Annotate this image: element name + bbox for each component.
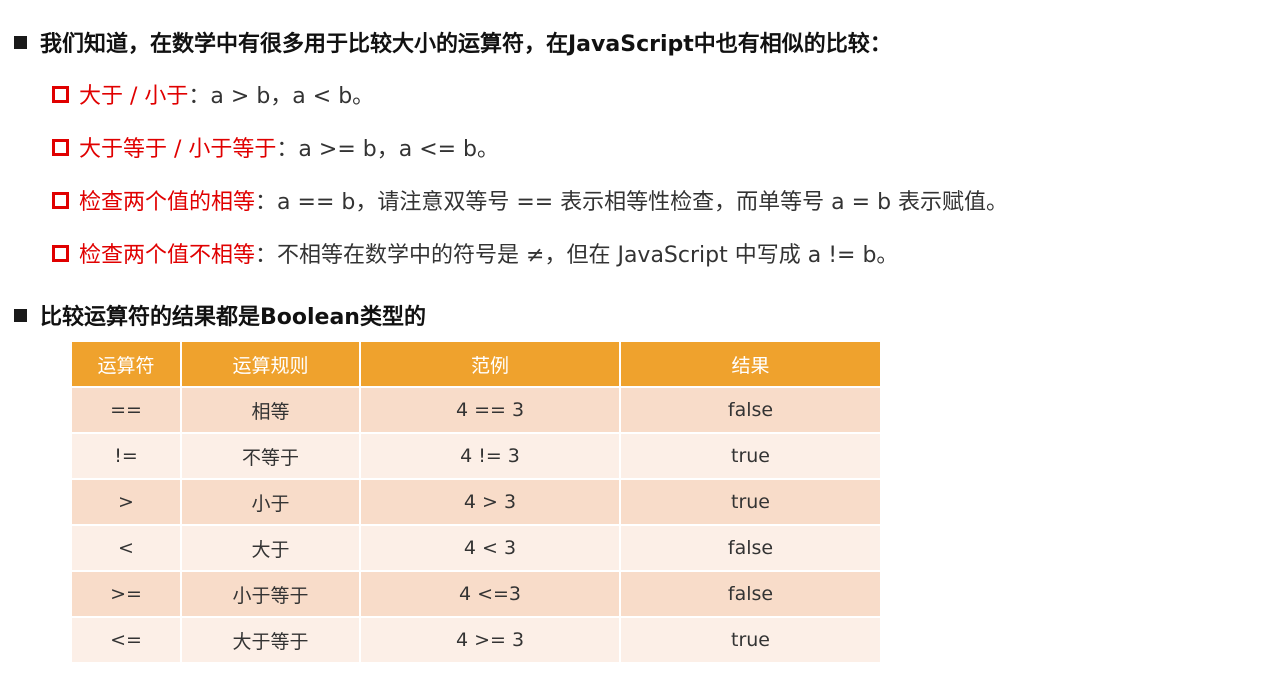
bullet-hollow-square-icon <box>52 85 69 103</box>
table-row: >= 小于等于 4 <=3 false <box>72 571 880 618</box>
item-separator: ： <box>255 190 278 215</box>
cell-result: false <box>620 571 880 618</box>
bullet-hollow-square-icon <box>52 191 69 209</box>
bullet-hollow-square-icon <box>52 244 69 262</box>
item-separator: ： <box>255 243 278 268</box>
cell-example: 4 >= 3 <box>360 617 621 664</box>
table-row: == 相等 4 == 3 false <box>72 387 880 434</box>
list-item: 大于等于 / 小于等于 ： a >= b，a <= b。 <box>52 131 499 163</box>
item-term: 检查两个值不相等 <box>79 243 256 268</box>
item-term: 大于 / 小于 <box>79 84 189 109</box>
cell-operator: >= <box>72 571 182 618</box>
heading-boolean-text: 比较运算符的结果都是Boolean类型的 <box>40 305 426 330</box>
table-row: < 大于 4 < 3 false <box>72 525 880 572</box>
cell-rule: 大于等于 <box>181 617 361 664</box>
cell-rule: 不等于 <box>181 433 361 480</box>
list-item: 检查两个值的相等 ： a == b，请注意双等号 == 表示相等性检查，而单等号… <box>52 184 1008 216</box>
cell-result: true <box>620 617 880 664</box>
cell-result: true <box>620 479 880 526</box>
table-row: <= 大于等于 4 >= 3 true <box>72 617 880 664</box>
cell-rule: 小于等于 <box>181 571 361 618</box>
heading-intro: 我们知道，在数学中有很多用于比较大小的运算符，在JavaScript中也有相似的… <box>14 26 892 58</box>
cell-example: 4 != 3 <box>360 433 621 480</box>
cell-result: true <box>620 433 880 480</box>
item-term: 大于等于 / 小于等于 <box>79 137 277 162</box>
header-operator: 运算符 <box>72 342 182 388</box>
header-rule: 运算规则 <box>181 342 361 388</box>
cell-result: false <box>620 525 880 572</box>
cell-operator: == <box>72 387 182 434</box>
table-row: != 不等于 4 != 3 true <box>72 433 880 480</box>
table-header-row: 运算符 运算规则 范例 结果 <box>72 342 880 388</box>
bullet-square-icon <box>14 35 27 49</box>
cell-rule: 小于 <box>181 479 361 526</box>
header-result: 结果 <box>620 342 880 388</box>
header-example: 范例 <box>360 342 621 388</box>
heading-intro-text: 我们知道，在数学中有很多用于比较大小的运算符，在JavaScript中也有相似的… <box>40 32 892 57</box>
cell-result: false <box>620 387 880 434</box>
cell-example: 4 > 3 <box>360 479 621 526</box>
cell-operator: <= <box>72 617 182 664</box>
cell-rule: 相等 <box>181 387 361 434</box>
cell-example: 4 <=3 <box>360 571 621 618</box>
item-separator: ： <box>188 84 211 109</box>
item-description: a == b，请注意双等号 == 表示相等性检查，而单等号 a = b 表示赋值… <box>277 190 1009 215</box>
bullet-square-icon <box>14 308 27 322</box>
heading-boolean: 比较运算符的结果都是Boolean类型的 <box>14 299 426 331</box>
cell-operator: > <box>72 479 182 526</box>
list-item: 检查两个值不相等 ： 不相等在数学中的符号是 ≠，但在 JavaScript 中… <box>52 237 898 269</box>
item-description: a > b，a < b。 <box>210 84 375 109</box>
cell-example: 4 < 3 <box>360 525 621 572</box>
cell-example: 4 == 3 <box>360 387 621 434</box>
table-row: > 小于 4 > 3 true <box>72 479 880 526</box>
item-separator: ： <box>276 137 299 162</box>
cell-operator: < <box>72 525 182 572</box>
item-description: 不相等在数学中的符号是 ≠，但在 JavaScript 中写成 a != b。 <box>277 243 899 268</box>
cell-operator: != <box>72 433 182 480</box>
comparison-table: 运算符 运算规则 范例 结果 == 相等 4 == 3 false != 不等于… <box>72 342 880 664</box>
list-item: 大于 / 小于 ： a > b，a < b。 <box>52 78 374 110</box>
cell-rule: 大于 <box>181 525 361 572</box>
item-term: 检查两个值的相等 <box>79 190 256 215</box>
item-description: a >= b，a <= b。 <box>298 137 500 162</box>
bullet-hollow-square-icon <box>52 138 69 156</box>
